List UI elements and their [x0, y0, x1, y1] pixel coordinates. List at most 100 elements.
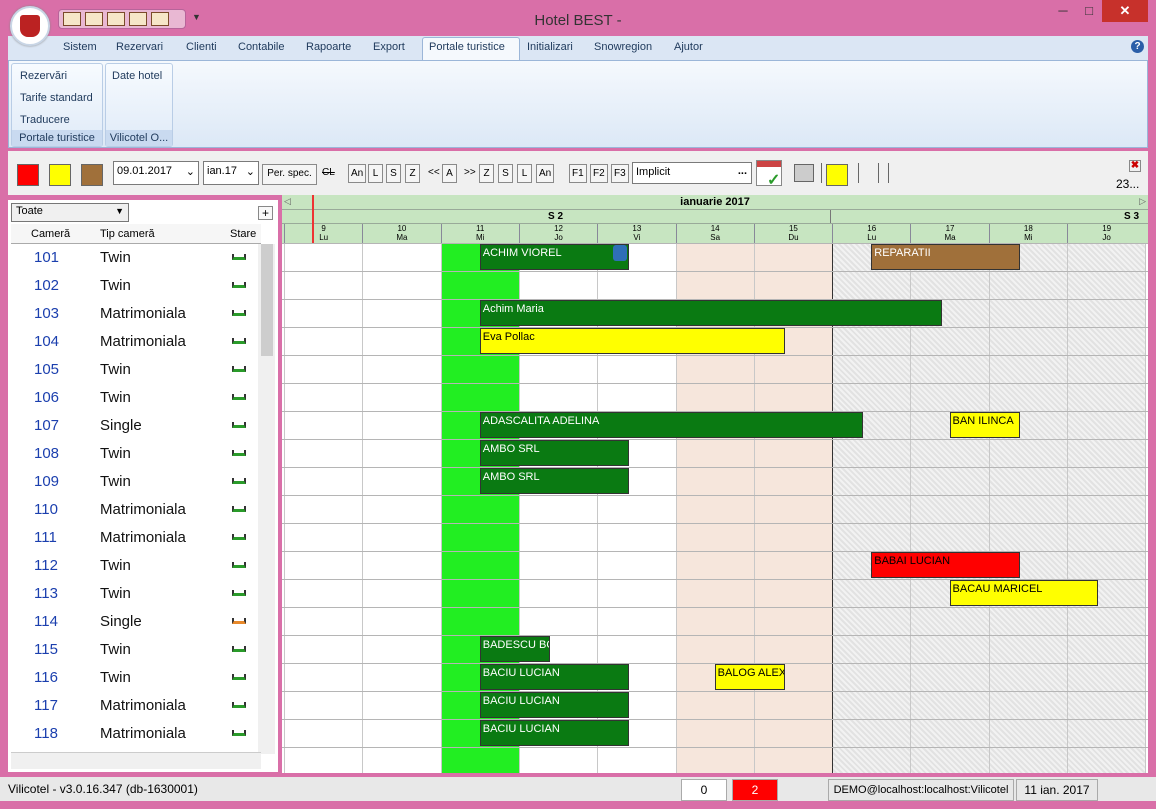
per-spec-button[interactable]: Per. spec.: [262, 164, 317, 185]
ribbon-tarife-standard[interactable]: Tarife standard: [20, 92, 93, 104]
reservation-block[interactable]: BACIU LUCIAN: [479, 720, 629, 746]
nav-day-back-button[interactable]: Z: [405, 164, 420, 183]
day-header: 16 Lu: [832, 224, 910, 244]
menu-rapoarte[interactable]: Rapoarte: [306, 41, 351, 53]
menu-ajutor[interactable]: Ajutor: [674, 41, 703, 53]
menu-portale-turistice[interactable]: Portale turistice: [429, 41, 505, 53]
reservation-block[interactable]: BACIU LUCIAN: [479, 664, 629, 690]
header-type[interactable]: Tip cameră: [100, 228, 155, 240]
nav-prev-button[interactable]: <<: [426, 164, 442, 183]
reservation-block[interactable]: ACHIM VIOREL: [479, 244, 629, 270]
menu-clienti[interactable]: Clienti: [186, 41, 217, 53]
room-row[interactable]: 107 Single: [11, 412, 261, 440]
scroll-thumb[interactable]: [261, 244, 273, 356]
version-text: Vilicotel - v3.0.16.347 (db-1630001): [8, 782, 198, 796]
reservation-block[interactable]: Achim Maria: [479, 300, 942, 326]
room-number: 111: [34, 529, 57, 546]
view-more-button[interactable]: ...: [738, 165, 747, 177]
room-row[interactable]: 114 Single: [11, 608, 261, 636]
view-select[interactable]: Implicit...: [632, 162, 752, 184]
room-row[interactable]: 105 Twin: [11, 356, 261, 384]
nav-year-forward-button[interactable]: An: [536, 164, 555, 183]
room-row[interactable]: 106 Twin: [11, 384, 261, 412]
day-header: 12 Jo: [518, 224, 597, 244]
horizontal-scrollbar[interactable]: [11, 752, 261, 769]
ribbon-group-vilicotel: Date hotel Vilicotel O...: [105, 63, 173, 147]
header-room[interactable]: Cameră: [31, 228, 70, 240]
close-button[interactable]: ✕: [1102, 0, 1148, 22]
room-row[interactable]: 110 Matrimoniala: [11, 496, 261, 524]
calendar-body[interactable]: ACHIM VIOREL REPARATII Achim Maria Eva Poll…: [282, 243, 1148, 773]
menu-sistem[interactable]: Sistem: [63, 41, 97, 53]
minimize-button[interactable]: ─: [1050, 0, 1076, 22]
money-bag-icon[interactable]: [612, 245, 627, 261]
cl-button[interactable]: CL: [320, 164, 337, 183]
app-logo-icon[interactable]: [10, 6, 50, 46]
f1-button[interactable]: F1: [569, 164, 587, 183]
month-select[interactable]: ian.17 ⌄: [203, 161, 259, 185]
menu-contabile[interactable]: Contabile: [238, 41, 284, 53]
reservation-block[interactable]: BABAI LUCIAN: [871, 552, 1021, 578]
room-row[interactable]: 115 Twin: [11, 636, 261, 664]
calendar-check-icon[interactable]: ✓: [756, 160, 782, 189]
reservation-block[interactable]: BACAU MARICEL: [949, 580, 1099, 606]
chevron-down-icon: ⌄: [245, 166, 255, 178]
reservation-block[interactable]: ADASCALITA ADELINA: [479, 412, 864, 438]
room-row[interactable]: 109 Twin: [11, 468, 261, 496]
reservation-block[interactable]: BAN ILINCA: [949, 412, 1021, 438]
color-red-button[interactable]: [17, 164, 39, 186]
color-brown-button[interactable]: [81, 164, 103, 186]
menu-rezervari[interactable]: Rezervari: [116, 41, 163, 53]
room-row[interactable]: 118 Matrimoniala: [11, 720, 261, 748]
room-row[interactable]: 102 Twin: [11, 272, 261, 300]
room-row[interactable]: 108 Twin: [11, 440, 261, 468]
bed-icon: [232, 338, 246, 344]
ribbon-date-hotel[interactable]: Date hotel: [112, 70, 162, 82]
room-row[interactable]: 103 Matrimoniala: [11, 300, 261, 328]
room-row[interactable]: 111 Matrimoniala: [11, 524, 261, 552]
nav-week-forward-button[interactable]: S: [498, 164, 513, 183]
grid-hline: [282, 523, 1148, 524]
reservation-block[interactable]: BADESCU BO: [479, 636, 551, 662]
printer-icon[interactable]: [794, 164, 814, 182]
reservation-block[interactable]: BALOG ALEX: [714, 664, 786, 690]
vertical-scrollbar[interactable]: [258, 244, 275, 754]
header-state[interactable]: Stare: [230, 228, 256, 240]
room-row[interactable]: 117 Matrimoniala: [11, 692, 261, 720]
menu-snowregion[interactable]: Snowregion: [594, 41, 652, 53]
room-row[interactable]: 101 Twin: [11, 244, 261, 272]
nav-month-back-button[interactable]: L: [368, 164, 383, 183]
menu-export[interactable]: Export: [373, 41, 405, 53]
f3-button[interactable]: F3: [611, 164, 629, 183]
nav-year-back-button[interactable]: An: [348, 164, 367, 183]
room-row[interactable]: 112 Twin: [11, 552, 261, 580]
nav-next-button[interactable]: >>: [462, 164, 478, 183]
color-yellow-button[interactable]: [49, 164, 71, 186]
f2-button[interactable]: F2: [590, 164, 608, 183]
help-icon[interactable]: ?: [1131, 40, 1144, 53]
scroll-right-icon[interactable]: ▷: [1139, 196, 1146, 207]
nav-today-button[interactable]: A: [442, 164, 457, 183]
filter-select[interactable]: Toate ▼: [11, 203, 129, 222]
reservation-block[interactable]: BACIU LUCIAN: [479, 692, 629, 718]
room-row[interactable]: 104 Matrimoniala: [11, 328, 261, 356]
add-room-button[interactable]: +: [258, 206, 273, 220]
room-row[interactable]: 113 Twin: [11, 580, 261, 608]
close-panel-icon[interactable]: ✖: [1129, 160, 1141, 172]
maximize-button[interactable]: □: [1076, 0, 1102, 22]
reservation-block[interactable]: REPARATII: [871, 244, 1021, 270]
date-input[interactable]: 09.01.2017 ⌄: [113, 161, 199, 185]
menu-initializari[interactable]: Initializari: [527, 41, 573, 53]
ribbon-traducere[interactable]: Traducere: [20, 114, 70, 126]
reservation-block[interactable]: Eva Pollac: [479, 328, 786, 354]
reservation-block[interactable]: AMBO SRL: [479, 468, 629, 494]
color-highlight-button[interactable]: [826, 164, 848, 186]
nav-day-forward-button[interactable]: Z: [479, 164, 494, 183]
scroll-left-icon[interactable]: ◁: [284, 196, 291, 207]
room-row[interactable]: 116 Twin: [11, 664, 261, 692]
booking-calendar: ianuarie 2017 ◁ ▷ S 2 S 3 9 Lu 10 Ma 11 Mi 12 J…: [282, 195, 1148, 773]
reservation-block[interactable]: AMBO SRL: [479, 440, 629, 466]
nav-week-back-button[interactable]: S: [386, 164, 401, 183]
nav-month-forward-button[interactable]: L: [517, 164, 532, 183]
ribbon-rezervari[interactable]: Rezervări: [20, 70, 67, 82]
